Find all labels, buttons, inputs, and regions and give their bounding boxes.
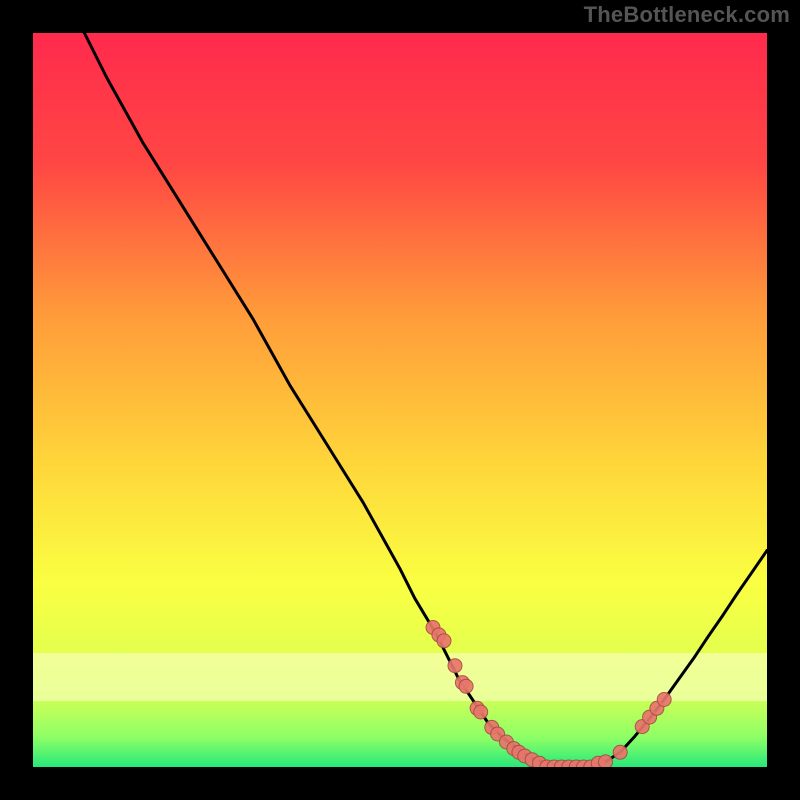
chart-svg	[33, 33, 767, 767]
highlight-band	[33, 653, 767, 701]
chart-stage: TheBottleneck.com	[0, 0, 800, 800]
scatter-dot	[474, 705, 488, 719]
scatter-dot	[437, 634, 451, 648]
scatter-dot	[448, 659, 462, 673]
plot-area	[33, 33, 767, 767]
scatter-dot	[657, 693, 671, 707]
watermark-text: TheBottleneck.com	[584, 2, 790, 28]
scatter-dot	[599, 755, 613, 767]
scatter-dot	[613, 745, 627, 759]
scatter-dot	[459, 679, 473, 693]
